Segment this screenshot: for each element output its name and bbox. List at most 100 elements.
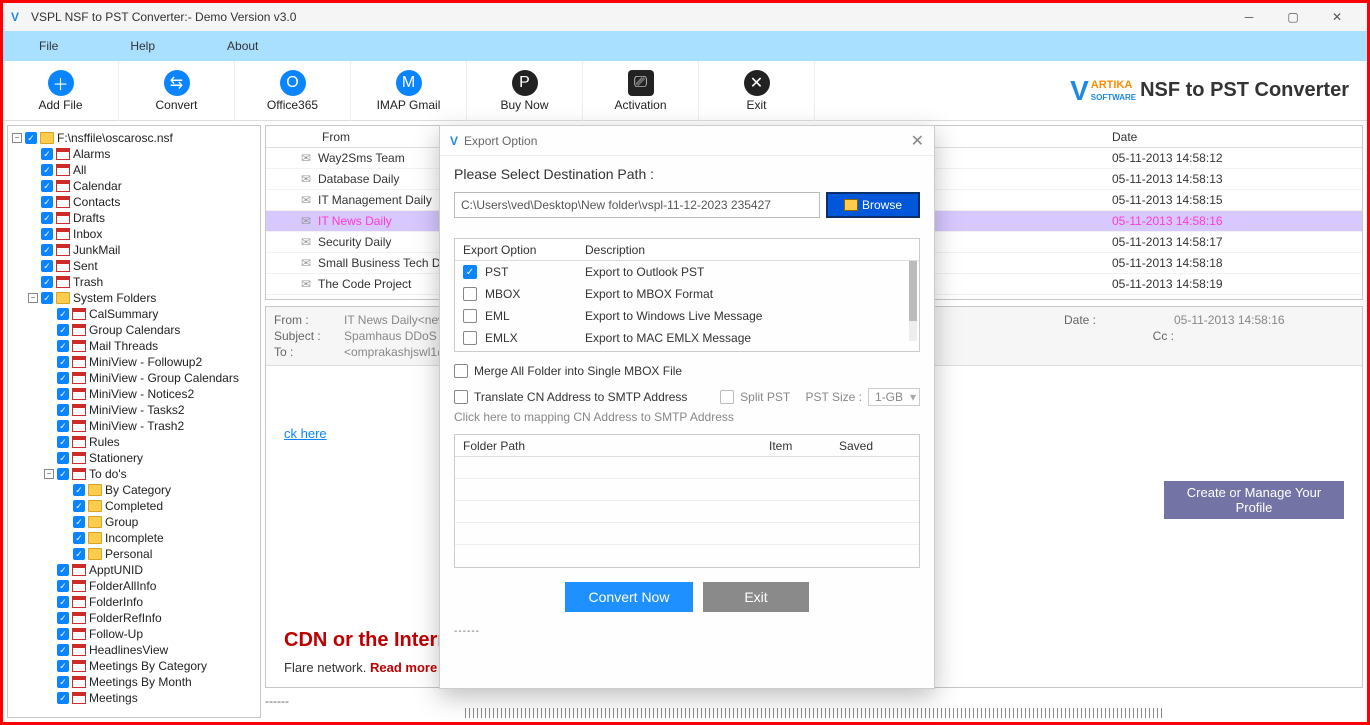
checkbox-icon[interactable]: ✓ xyxy=(41,164,53,176)
tree-item[interactable]: ✓ Stationery xyxy=(44,450,258,466)
tree-item[interactable]: ✓ Personal xyxy=(60,546,258,562)
tree-item[interactable]: ✓ FolderAllInfo xyxy=(44,578,258,594)
checkbox-icon[interactable]: ✓ xyxy=(57,644,69,656)
toolbar-addfile[interactable]: ＋Add File xyxy=(3,61,119,121)
tree-item[interactable]: ✓ MiniView - Group Calendars xyxy=(44,370,258,386)
menu-help[interactable]: Help xyxy=(94,39,191,53)
tree-item[interactable]: ✓ FolderRefInfo xyxy=(44,610,258,626)
toolbar-activation[interactable]: ⎚Activation xyxy=(583,61,699,121)
checkbox-icon[interactable]: ✓ xyxy=(57,596,69,608)
tree-item[interactable]: ✓ Meetings By Category xyxy=(44,658,258,674)
browse-button[interactable]: Browse xyxy=(826,192,920,218)
options-scrollbar[interactable] xyxy=(909,261,917,341)
checkbox-icon[interactable]: ✓ xyxy=(41,180,53,192)
tree-item[interactable]: ✓ HeadlinesView xyxy=(44,642,258,658)
tree-item[interactable]: ✓ All xyxy=(28,162,258,178)
export-option-row[interactable]: EML Export to Windows Live Message xyxy=(455,305,919,327)
maximize-button[interactable]: ▢ xyxy=(1271,3,1315,31)
tree-item[interactable]: ✓ Rules xyxy=(44,434,258,450)
folder-tree[interactable]: − ✓ F:\nsffile\oscarosc.nsf ✓ Alarms ✓ A… xyxy=(7,125,261,718)
destination-path-input[interactable] xyxy=(454,192,820,218)
checkbox-icon[interactable]: ✓ xyxy=(41,260,53,272)
checkbox-icon[interactable]: ✓ xyxy=(25,132,37,144)
tree-item[interactable]: ✓ Meetings By Month xyxy=(44,674,258,690)
tree-todos[interactable]: − ✓ To do's xyxy=(44,466,258,482)
collapse-icon[interactable]: − xyxy=(12,133,22,143)
option-checkbox[interactable] xyxy=(463,331,477,345)
checkbox-icon[interactable]: ✓ xyxy=(73,516,85,528)
checkbox-icon[interactable]: ✓ xyxy=(57,676,69,688)
scrollbar-horizontal[interactable] xyxy=(465,708,1163,718)
tree-item[interactable]: ✓ Trash xyxy=(28,274,258,290)
checkbox-icon[interactable]: ✓ xyxy=(41,148,53,160)
toolbar-convert[interactable]: ⇆Convert xyxy=(119,61,235,121)
tree-item[interactable]: ✓ Follow-Up xyxy=(44,626,258,642)
menu-file[interactable]: File xyxy=(3,39,94,53)
checkbox-icon[interactable]: ✓ xyxy=(57,356,69,368)
export-option-row[interactable]: MBOX Export to MBOX Format xyxy=(455,283,919,305)
checkbox-icon[interactable]: ✓ xyxy=(57,612,69,624)
option-checkbox[interactable] xyxy=(463,287,477,301)
tree-item[interactable]: ✓ ApptUNID xyxy=(44,562,258,578)
tree-item[interactable]: ✓ JunkMail xyxy=(28,242,258,258)
checkbox-icon[interactable]: ✓ xyxy=(57,692,69,704)
export-option-row[interactable]: ✓ PST Export to Outlook PST xyxy=(455,261,919,283)
checkbox-icon[interactable]: ✓ xyxy=(57,324,69,336)
toolbar-exit[interactable]: ✕Exit xyxy=(699,61,815,121)
dialog-close-button[interactable]: ✕ xyxy=(911,131,924,151)
tree-system-folders[interactable]: − ✓ System Folders xyxy=(28,290,258,306)
checkbox-icon[interactable]: ✓ xyxy=(57,388,69,400)
checkbox-icon[interactable]: ✓ xyxy=(57,580,69,592)
tree-item[interactable]: ✓ CalSummary xyxy=(44,306,258,322)
manage-profile-link[interactable]: Create or Manage Your Profile xyxy=(1164,481,1344,519)
tree-item[interactable]: ✓ Alarms xyxy=(28,146,258,162)
checkbox-icon[interactable]: ✓ xyxy=(73,484,85,496)
tree-item[interactable]: ✓ Group xyxy=(60,514,258,530)
toolbar-office365[interactable]: OOffice365 xyxy=(235,61,351,121)
checkbox-icon[interactable]: ✓ xyxy=(57,308,69,320)
collapse-icon[interactable]: − xyxy=(28,293,38,303)
checkbox-icon[interactable]: ✓ xyxy=(57,404,69,416)
checkbox-icon[interactable]: ✓ xyxy=(57,372,69,384)
checkbox-icon[interactable]: ✓ xyxy=(57,468,69,480)
checkbox-icon[interactable]: ✓ xyxy=(57,340,69,352)
menu-about[interactable]: About xyxy=(191,39,294,53)
checkbox-icon[interactable]: ✓ xyxy=(41,244,53,256)
click-here-link[interactable]: ck here xyxy=(284,426,327,441)
option-checkbox[interactable] xyxy=(463,309,477,323)
checkbox-icon[interactable]: ✓ xyxy=(73,532,85,544)
checkbox-icon[interactable]: ✓ xyxy=(57,436,69,448)
checkbox-icon[interactable]: ✓ xyxy=(73,548,85,560)
tree-item[interactable]: ✓ FolderInfo xyxy=(44,594,258,610)
toolbar-buynow[interactable]: PBuy Now xyxy=(467,61,583,121)
collapse-icon[interactable]: − xyxy=(44,469,54,479)
tree-item[interactable]: ✓ MiniView - Trash2 xyxy=(44,418,258,434)
split-pst-checkbox[interactable] xyxy=(720,390,734,404)
dialog-exit-button[interactable]: Exit xyxy=(703,582,809,612)
tree-item[interactable]: ✓ Contacts xyxy=(28,194,258,210)
tree-item[interactable]: ✓ Group Calendars xyxy=(44,322,258,338)
checkbox-icon[interactable]: ✓ xyxy=(57,452,69,464)
tree-item[interactable]: ✓ Incomplete xyxy=(60,530,258,546)
checkbox-icon[interactable]: ✓ xyxy=(57,420,69,432)
checkbox-icon[interactable]: ✓ xyxy=(41,228,53,240)
tree-item[interactable]: ✓ Inbox xyxy=(28,226,258,242)
close-button[interactable]: ✕ xyxy=(1315,3,1359,31)
checkbox-icon[interactable]: ✓ xyxy=(57,564,69,576)
tree-root[interactable]: − ✓ F:\nsffile\oscarosc.nsf xyxy=(12,130,258,146)
tree-item[interactable]: ✓ Completed xyxy=(60,498,258,514)
convert-now-button[interactable]: Convert Now xyxy=(565,582,693,612)
option-checkbox[interactable]: ✓ xyxy=(463,265,477,279)
tree-item[interactable]: ✓ MiniView - Followup2 xyxy=(44,354,258,370)
checkbox-icon[interactable]: ✓ xyxy=(41,292,53,304)
export-option-row[interactable]: EMLX Export to MAC EMLX Message xyxy=(455,327,919,349)
checkbox-icon[interactable]: ✓ xyxy=(57,628,69,640)
col-date[interactable]: Date xyxy=(1112,130,1362,144)
merge-checkbox[interactable] xyxy=(454,364,468,378)
tree-item[interactable]: ✓ MiniView - Tasks2 xyxy=(44,402,258,418)
checkbox-icon[interactable]: ✓ xyxy=(41,212,53,224)
mapping-link[interactable]: Click here to mapping CN Address to SMTP… xyxy=(454,410,920,424)
tree-item[interactable]: ✓ Sent xyxy=(28,258,258,274)
tree-item[interactable]: ✓ By Category xyxy=(60,482,258,498)
checkbox-icon[interactable]: ✓ xyxy=(41,196,53,208)
